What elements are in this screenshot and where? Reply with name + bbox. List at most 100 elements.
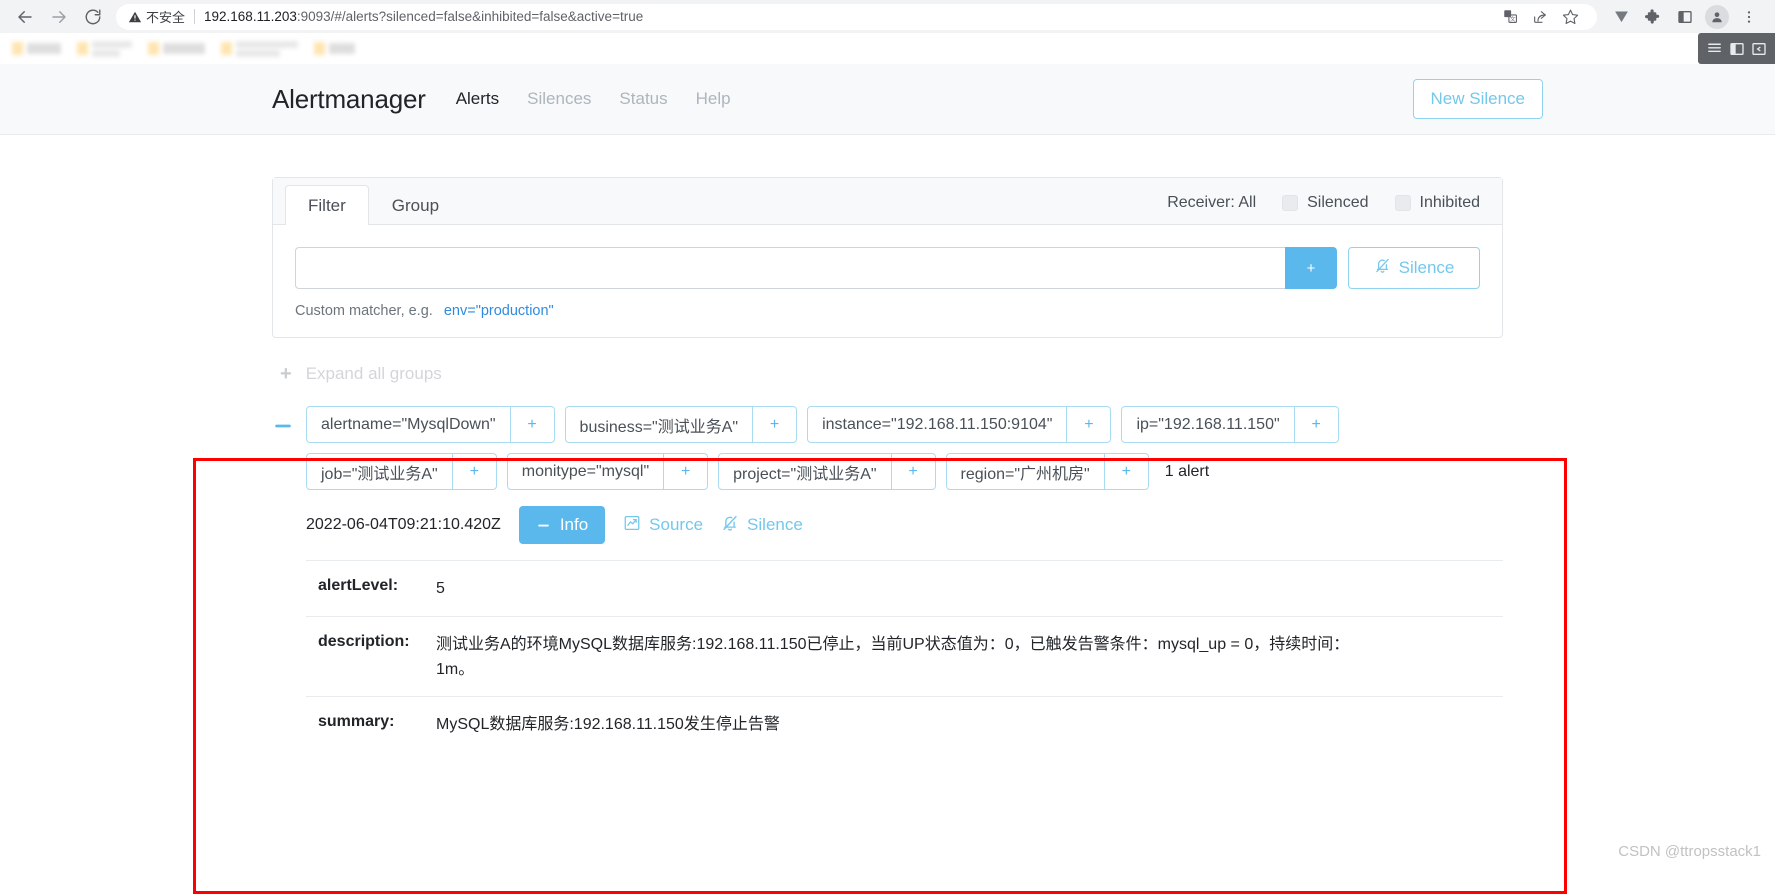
annotation-value: MySQL数据库服务:192.168.11.150发生停止告警 — [436, 716, 780, 734]
profile-avatar-icon[interactable] — [1701, 2, 1733, 32]
svg-text:文: 文 — [1509, 15, 1515, 23]
url-path: :9093/#/alerts?silenced=false&inhibited=… — [296, 9, 644, 24]
back-arrow-icon[interactable] — [10, 2, 40, 32]
filter-silence-button[interactable]: Silence — [1348, 247, 1480, 289]
chrome-menu-icon[interactable] — [1733, 2, 1765, 32]
tab-filter[interactable]: Filter — [285, 185, 369, 225]
app-brand[interactable]: Alertmanager — [272, 84, 426, 115]
share-icon[interactable] — [1525, 4, 1555, 30]
alert-group-header: alertname="MysqlDown" + business="测试业务A"… — [272, 406, 1503, 490]
label-chip-text: monitype="mysql" — [521, 462, 650, 480]
tab-group[interactable]: Group — [369, 185, 462, 225]
alert-item-header: 2022-06-04T09:21:10.420Z Info Source Sil… — [306, 506, 1503, 561]
extensions-puzzle-icon[interactable] — [1637, 2, 1669, 32]
label-chip-add-button[interactable]: + — [509, 407, 554, 442]
label-chip-add-button[interactable]: + — [890, 454, 935, 489]
alert-groups: + Expand all groups alertname="MysqlDown… — [272, 338, 1503, 752]
bookmark-star-icon[interactable] — [1555, 4, 1585, 30]
reload-icon[interactable] — [78, 2, 108, 32]
content-container: Filter Group Receiver: All Silenced Inhi… — [0, 177, 1775, 752]
annotation-row: description: 测试业务A的环境MySQL数据库服务:192.168.… — [306, 617, 1503, 698]
label-chip-monitype: monitype="mysql" + — [506, 453, 709, 490]
avatar[interactable] — [1705, 4, 1729, 29]
bookmark-item[interactable] — [148, 42, 205, 55]
nav-link-status[interactable]: Status — [619, 89, 667, 109]
url-host: 192.168.11.203 — [204, 9, 297, 24]
v-extension-icon[interactable] — [1605, 2, 1637, 32]
url-text: 192.168.11.203:9093/#/alerts?silenced=fa… — [204, 9, 643, 24]
side-panel-icon[interactable] — [1669, 2, 1701, 32]
omnibox-divider — [194, 9, 196, 24]
label-chip-add-button[interactable]: + — [1066, 407, 1110, 442]
nav-link-alerts[interactable]: Alerts — [456, 89, 499, 109]
receiver-selector[interactable]: Receiver: All — [1167, 194, 1256, 212]
matcher-row: + Silence — [295, 247, 1480, 289]
matcher-input[interactable] — [295, 247, 1285, 289]
annotation-row: summary: MySQL数据库服务:192.168.11.150发生停止告警 — [306, 697, 1503, 752]
filter-card-body: + Silence Custom matcher, e.g. env="prod… — [273, 225, 1502, 337]
bookmark-item[interactable] — [314, 42, 355, 55]
filter-header-controls: Receiver: All Silenced Inhibited — [1167, 194, 1502, 224]
browser-toolbar: 不安全 192.168.11.203:9093/#/alerts?silence… — [0, 0, 1775, 33]
browser-nav-buttons — [10, 2, 108, 32]
annotation-value: 5 — [436, 580, 445, 597]
forward-arrow-icon[interactable] — [44, 2, 74, 32]
silenced-label: Silenced — [1307, 194, 1369, 211]
minus-icon — [538, 524, 549, 526]
matcher-hint: Custom matcher, e.g. env="production" — [295, 303, 1480, 319]
label-chip-alertname: alertname="MysqlDown" + — [306, 406, 555, 443]
matcher-input-group: + — [295, 247, 1337, 289]
silenced-checkbox[interactable]: Silenced — [1282, 194, 1369, 212]
label-chip-job: job="测试业务A" + — [306, 453, 497, 490]
annotation-row: alertLevel: 5 — [306, 561, 1503, 617]
translate-icon[interactable]: 文 — [1495, 4, 1525, 30]
label-chip-add-button[interactable]: + — [1293, 407, 1338, 442]
bookmarks-panel-icon[interactable] — [1729, 41, 1745, 57]
collapse-group-toggle[interactable] — [272, 406, 306, 441]
checkbox-box[interactable] — [1282, 195, 1299, 211]
annotation-key: alertLevel: — [318, 577, 399, 594]
annotation-key: summary: — [318, 713, 395, 731]
label-chip-add-button[interactable]: + — [1103, 454, 1148, 489]
new-silence-button[interactable]: New Silence — [1412, 78, 1543, 120]
add-matcher-button[interactable]: + — [1285, 247, 1337, 289]
warning-triangle-icon — [128, 11, 142, 22]
site-security-indicator[interactable]: 不安全 — [128, 7, 185, 26]
inhibited-checkbox[interactable]: Inhibited — [1394, 194, 1480, 212]
label-chip-ip: ip="192.168.11.150" + — [1121, 406, 1339, 443]
address-bar[interactable]: 不安全 192.168.11.203:9093/#/alerts?silence… — [116, 3, 1597, 30]
label-chip-add-button[interactable]: + — [752, 407, 796, 442]
bookmark-item[interactable] — [12, 42, 61, 55]
collapse-panel-icon[interactable] — [1751, 41, 1767, 57]
alert-timestamp: 2022-06-04T09:21:10.420Z — [306, 516, 501, 533]
filter-card-header: Filter Group Receiver: All Silenced Inhi… — [273, 178, 1502, 225]
label-chip-text: job="测试业务A" — [321, 465, 438, 483]
nav-link-help[interactable]: Help — [696, 89, 731, 109]
expand-all-groups-button[interactable]: + Expand all groups — [272, 364, 1503, 384]
label-chip-add-button[interactable]: + — [663, 454, 707, 489]
label-chip-text: region="广州机房" — [960, 465, 1090, 483]
watermark: CSDN @ttropsstack1 — [1618, 843, 1761, 860]
checkbox-box[interactable] — [1394, 195, 1411, 211]
alert-count-label: 1 alert — [1164, 462, 1210, 480]
nav-link-silences[interactable]: Silences — [527, 89, 591, 109]
label-chip-region: region="广州机房" + — [945, 453, 1149, 490]
reading-list-icon[interactable] — [1706, 40, 1723, 57]
label-chip-add-button[interactable]: + — [451, 454, 496, 489]
matcher-hint-code[interactable]: env="production" — [444, 303, 554, 319]
bell-slash-icon — [1374, 257, 1391, 279]
side-panel-toolbar — [1698, 33, 1775, 64]
filter-tabs: Filter Group — [285, 178, 462, 225]
bell-slash-icon — [721, 514, 739, 537]
bookmark-item[interactable] — [77, 40, 132, 57]
alert-silence-link[interactable]: Silence — [721, 514, 803, 537]
alert-silence-label: Silence — [747, 515, 803, 534]
matcher-hint-text: Custom matcher, e.g. — [295, 303, 433, 319]
alert-info-button[interactable]: Info — [518, 506, 606, 544]
group-label-chips: alertname="MysqlDown" + business="测试业务A"… — [306, 406, 1503, 490]
alert-source-link[interactable]: Source — [623, 514, 703, 537]
label-chip-instance: instance="192.168.11.150:9104" + — [807, 406, 1112, 443]
bookmark-item[interactable] — [221, 40, 298, 57]
filter-card: Filter Group Receiver: All Silenced Inhi… — [272, 177, 1503, 338]
alert-item: 2022-06-04T09:21:10.420Z Info Source Sil… — [306, 506, 1503, 752]
